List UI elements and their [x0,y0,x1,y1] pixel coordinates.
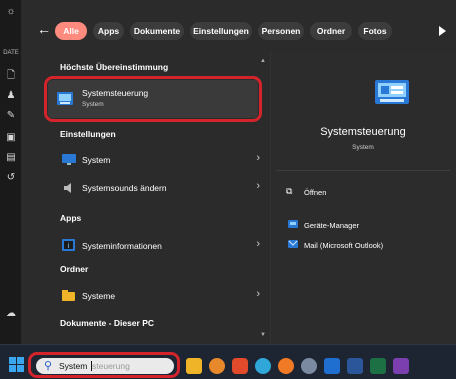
onenote-icon[interactable] [393,358,409,374]
document-icon[interactable]: 🗋 [0,68,22,85]
result-label: Systeminformationen [82,241,162,251]
windows-start-icon[interactable] [9,357,24,372]
window-icon[interactable]: ▣ [0,132,22,143]
chrome-icon[interactable] [209,358,225,374]
filter-chip-documents[interactable]: Dokumente [130,22,184,40]
filter-chip-apps[interactable]: Apps [93,22,124,40]
folders-header: Ordner [60,264,89,274]
brave-icon[interactable] [232,358,248,374]
settings-gear-icon[interactable] [301,358,317,374]
highlight-box-search [28,352,180,378]
more-filters-arrow-icon[interactable] [439,26,446,36]
scroll-down-arrow-icon[interactable]: ▼ [260,332,266,338]
divider [276,170,450,171]
chevron-right-icon[interactable]: › [256,180,260,192]
control-panel-large-icon [375,80,409,104]
svg-text:i: i [68,242,70,250]
apps-header: Apps [60,213,82,223]
filter-chip-settings[interactable]: Einstellungen [190,22,252,40]
speaker-icon [64,183,71,193]
back-arrow-icon[interactable]: ← [37,22,51,36]
highlight-box-best-match [44,76,262,122]
monitor-icon [62,154,76,165]
action-open[interactable]: Öffnen [304,188,326,197]
chevron-right-icon[interactable]: › [256,152,260,164]
result-label: Systeme [82,291,116,301]
preview-subtitle: System [352,144,374,151]
system-info-icon: i [62,239,75,251]
filter-chip-people[interactable]: Personen [258,22,304,40]
edge-icon[interactable] [255,358,271,374]
result-label: System [82,155,111,165]
lr-icon[interactable]: ▤ [0,152,22,163]
device-manager-icon [288,220,298,228]
filter-chip-folders[interactable]: Ordner [310,22,352,40]
sidebar-label: DATE [3,50,19,56]
pen-icon[interactable]: ✎ [0,110,22,121]
documents-header: Dokumente - Dieser PC [60,318,154,328]
result-folder-systeme[interactable]: Systeme › [48,282,270,310]
firefox-icon[interactable] [278,358,294,374]
best-match-header: Höchste Übereinstimmung [60,62,169,72]
people-icon[interactable]: ♟ [0,90,22,101]
action-mail-outlook[interactable]: Mail (Microsoft Outlook) [304,241,383,250]
preview-pane [270,52,456,344]
scroll-up-arrow-icon[interactable]: ▲ [260,58,266,64]
filter-chip-all[interactable]: Alle [55,22,87,40]
sun-icon[interactable]: ☼ [0,6,22,17]
chevron-right-icon[interactable]: › [256,238,260,250]
folder-icon [62,290,75,301]
chevron-right-icon[interactable]: › [256,288,260,300]
cloud-icon[interactable]: ☁ [0,308,22,319]
outlook-icon[interactable] [324,358,340,374]
action-device-manager[interactable]: Geräte-Manager [304,221,359,230]
excel-icon[interactable] [370,358,386,374]
open-icon[interactable]: ⧉ [286,186,292,197]
history-icon[interactable]: ↺ [0,172,22,183]
result-systeminformationen[interactable]: i Systeminformationen › [48,232,270,260]
result-system-sounds[interactable]: Systemsounds ändern › [48,174,270,202]
mail-icon [288,240,298,248]
preview-title: Systemsteuerung [320,126,406,138]
result-system-settings[interactable]: System › [48,146,270,174]
settings-header: Einstellungen [60,129,116,139]
filter-chip-photos[interactable]: Fotos [358,22,392,40]
explorer-sidebar: ☼ DATE 🗋 ♟ ✎ ▣ ▤ ↺ ☁ [0,0,22,344]
result-label: Systemsounds ändern [82,183,167,193]
word-icon[interactable] [347,358,363,374]
file-explorer-icon[interactable] [186,358,202,374]
